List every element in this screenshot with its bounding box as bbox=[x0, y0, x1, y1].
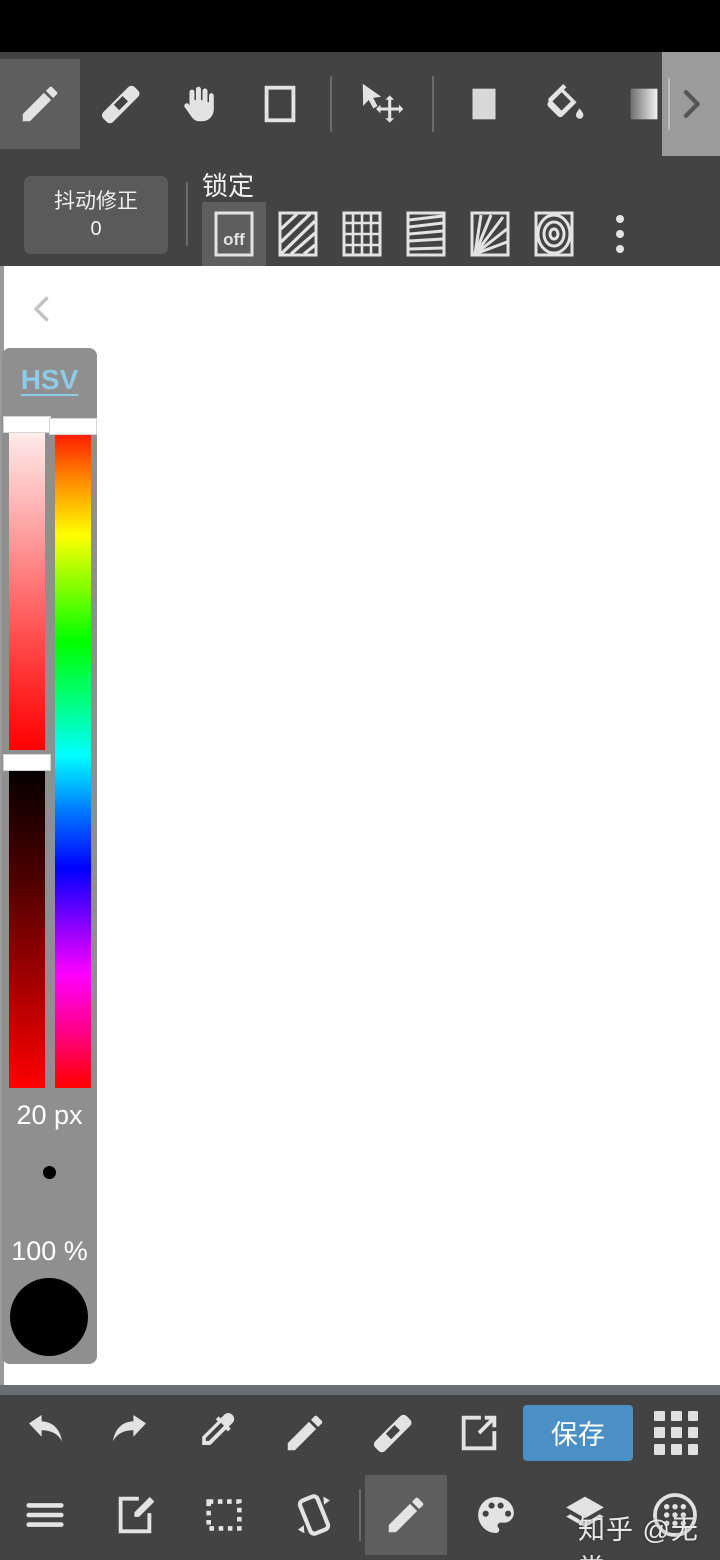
lock-section-label: 锁定 bbox=[202, 171, 255, 201]
saturation-knob[interactable] bbox=[3, 416, 51, 433]
eraser-button[interactable] bbox=[349, 1395, 436, 1470]
pencil-icon bbox=[17, 81, 63, 127]
toolbar-divider-1 bbox=[330, 76, 332, 132]
palette-icon bbox=[473, 1492, 519, 1538]
layers-nav[interactable] bbox=[541, 1470, 631, 1560]
rectangle-icon bbox=[257, 81, 303, 127]
pencil-icon bbox=[383, 1492, 429, 1538]
panel-collapse-button[interactable] bbox=[18, 286, 66, 332]
redo-button[interactable] bbox=[87, 1395, 174, 1470]
jitter-correction-button[interactable]: 抖动修正 0 bbox=[24, 176, 168, 254]
lock-concentric[interactable] bbox=[522, 202, 586, 266]
chevron-left-icon bbox=[24, 291, 60, 327]
lock-off-label: off bbox=[223, 230, 245, 249]
more-vertical-icon[interactable] bbox=[592, 202, 648, 266]
bucket-tool[interactable] bbox=[524, 59, 604, 149]
toolbar-scroll-right-button[interactable] bbox=[662, 52, 720, 156]
top-toolbar bbox=[0, 52, 720, 156]
pencil-icon bbox=[282, 1410, 328, 1456]
lock-radial[interactable] bbox=[458, 202, 522, 266]
brush-size-value[interactable]: 20 px bbox=[2, 1100, 97, 1131]
hue-track bbox=[55, 422, 91, 1088]
opacity-value[interactable]: 100 % bbox=[2, 1236, 97, 1267]
canvas-bottom-separator bbox=[0, 1385, 720, 1395]
chevron-right-icon bbox=[671, 84, 711, 124]
selection-nav[interactable] bbox=[180, 1470, 270, 1560]
color-panel: HSV 20 px 100 % bbox=[2, 348, 97, 1364]
dotted-circle-icon bbox=[650, 1490, 700, 1540]
app-root: 抖动修正 0 锁定 off HSV 20 px 100 % 保存 知乎 @无 bbox=[0, 0, 720, 1560]
undo-button[interactable] bbox=[0, 1395, 87, 1470]
shape-tool[interactable] bbox=[240, 59, 320, 149]
menu-nav[interactable] bbox=[0, 1470, 90, 1560]
palette-nav[interactable] bbox=[451, 1470, 541, 1560]
jitter-correction-value: 0 bbox=[90, 217, 102, 240]
select-move-tool[interactable] bbox=[342, 59, 422, 149]
fill-rect-tool[interactable] bbox=[444, 59, 524, 149]
edit-document-icon bbox=[112, 1492, 158, 1538]
pencil-button[interactable] bbox=[261, 1395, 348, 1470]
redo-arrow-icon bbox=[107, 1409, 155, 1457]
pencil-tool[interactable] bbox=[0, 59, 80, 149]
hue-knob[interactable] bbox=[49, 418, 97, 435]
paint-bucket-icon bbox=[540, 80, 588, 128]
hsv-mode-tab[interactable]: HSV bbox=[2, 364, 97, 396]
select-move-icon bbox=[357, 79, 407, 129]
export-button[interactable] bbox=[436, 1395, 523, 1470]
hue-slider[interactable] bbox=[49, 418, 97, 1088]
toolbar-divider-2 bbox=[432, 76, 434, 132]
tool-options-bar: 抖动修正 0 锁定 off bbox=[0, 156, 720, 266]
jitter-correction-label: 抖动修正 bbox=[54, 190, 138, 214]
rotate-nav[interactable] bbox=[269, 1470, 359, 1560]
drawing-canvas[interactable] bbox=[0, 266, 720, 1385]
saturation-slider[interactable] bbox=[3, 416, 51, 750]
current-color-swatch[interactable] bbox=[10, 1278, 88, 1356]
status-bar bbox=[0, 0, 720, 52]
saturation-track bbox=[9, 422, 45, 750]
gradient-icon bbox=[621, 81, 667, 127]
lock-horizontal[interactable] bbox=[394, 202, 458, 266]
value-slider[interactable] bbox=[3, 754, 51, 1088]
layers-icon bbox=[561, 1491, 609, 1539]
lock-grid[interactable] bbox=[330, 202, 394, 266]
brush-size-preview bbox=[43, 1166, 56, 1179]
eraser-tool[interactable] bbox=[80, 59, 160, 149]
action-bar: 保存 bbox=[0, 1395, 720, 1470]
value-knob[interactable] bbox=[3, 754, 51, 771]
hand-icon bbox=[177, 81, 223, 127]
lock-off[interactable]: off bbox=[202, 202, 266, 266]
options-divider bbox=[186, 182, 188, 246]
texture-nav[interactable] bbox=[630, 1470, 720, 1560]
lock-diagonal[interactable] bbox=[266, 202, 330, 266]
hand-tool[interactable] bbox=[160, 59, 240, 149]
more-actions-button[interactable] bbox=[633, 1395, 720, 1470]
value-track bbox=[9, 762, 45, 1088]
brush-nav[interactable] bbox=[361, 1470, 451, 1560]
undo-arrow-icon bbox=[20, 1409, 68, 1457]
filled-square-icon bbox=[461, 81, 507, 127]
eyedropper-icon bbox=[194, 1409, 242, 1457]
save-button-cell: 保存 bbox=[522, 1395, 633, 1470]
toolbar-scroll-indicator bbox=[668, 78, 670, 130]
eyedropper-button[interactable] bbox=[174, 1395, 261, 1470]
save-button[interactable]: 保存 bbox=[522, 1404, 633, 1461]
new-file-nav[interactable] bbox=[90, 1470, 180, 1560]
bottom-nav bbox=[0, 1470, 720, 1560]
hamburger-icon bbox=[22, 1492, 68, 1538]
eraser-icon bbox=[368, 1409, 416, 1457]
marquee-select-icon bbox=[201, 1492, 247, 1538]
color-sliders bbox=[2, 410, 97, 1088]
eraser-icon bbox=[96, 80, 144, 128]
export-icon bbox=[456, 1410, 502, 1456]
lock-mode-group: off bbox=[202, 202, 648, 266]
rotate-canvas-icon bbox=[289, 1490, 339, 1540]
grid-dots-icon bbox=[654, 1410, 699, 1455]
